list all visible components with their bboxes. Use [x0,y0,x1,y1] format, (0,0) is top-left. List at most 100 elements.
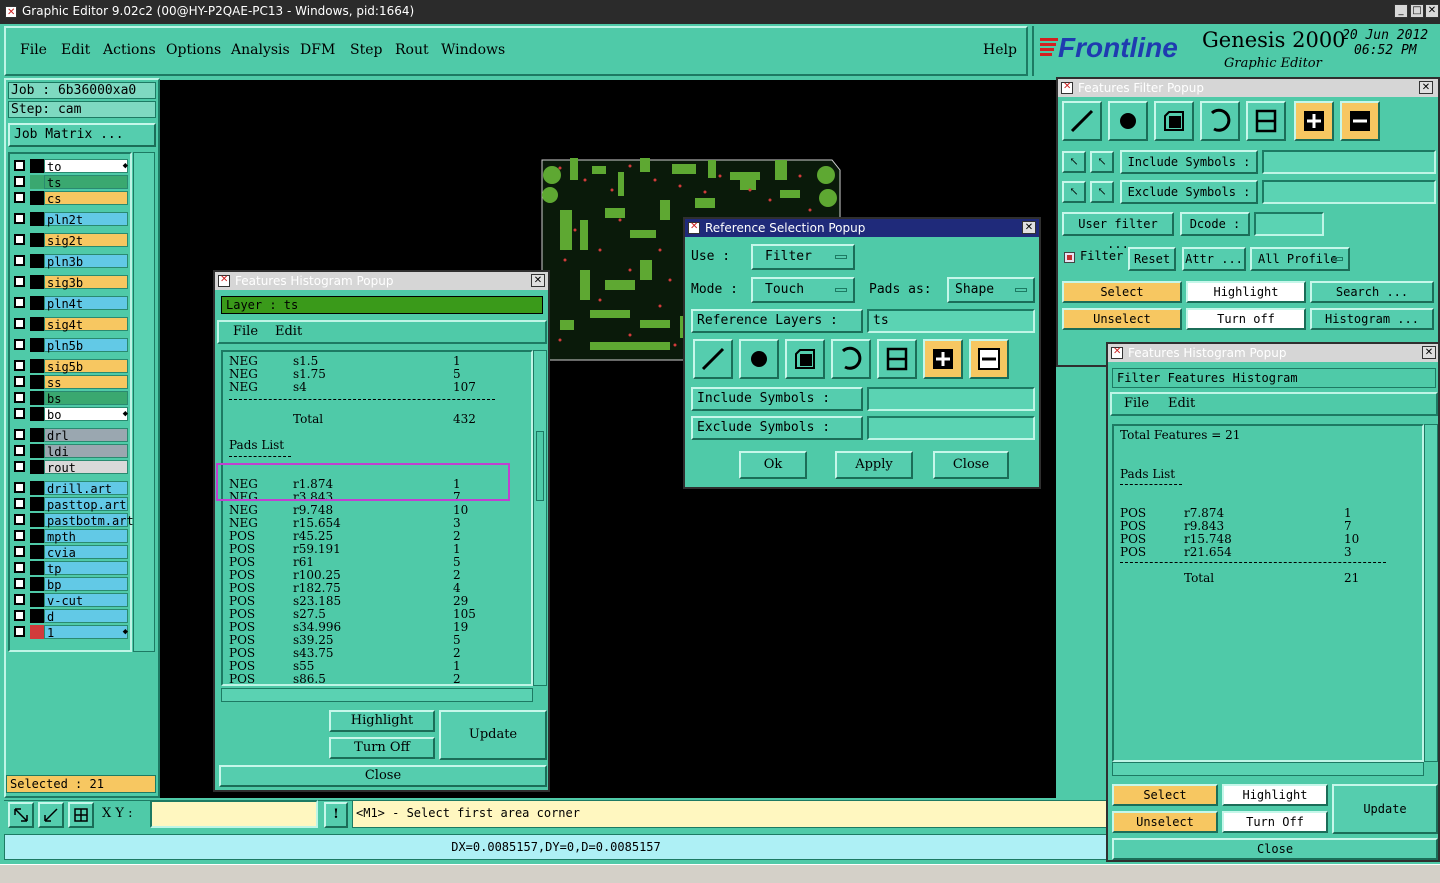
layer-row-pln2t[interactable]: pln2t [12,212,130,227]
layer-checkbox[interactable] [14,213,25,224]
layer-row-pastbotm.art[interactable]: pastbotm.art [12,513,134,528]
reference-layers-button[interactable]: Reference Layers : [691,309,863,333]
layer-color-swatch[interactable] [30,275,44,289]
filter-pad-tool-icon[interactable] [1108,101,1148,141]
close-window-button[interactable]: ✕ [1425,4,1439,18]
layer-color-swatch[interactable] [30,625,44,639]
layer-row-bp[interactable]: bp [12,577,130,592]
layer-color-swatch[interactable] [30,359,44,373]
reset-button[interactable]: Reset [1128,247,1176,271]
layer-color-swatch[interactable] [30,233,44,247]
filter-highlight-button[interactable]: Highlight [1186,281,1306,303]
histogram-right-close-icon[interactable]: ✕ [1422,346,1436,359]
layer-checkbox[interactable] [14,360,25,371]
layer-row-sig2t[interactable]: sig2t [12,233,130,248]
zoom-area-icon[interactable] [8,802,34,828]
menu-dfm[interactable]: DFM [300,42,335,58]
layer-name[interactable]: tp [44,561,128,576]
layer-checkbox[interactable] [14,176,25,187]
minimize-button[interactable]: _ [1394,4,1408,18]
dcode-button[interactable]: Dcode : [1180,212,1250,236]
layer-row-drill.art[interactable]: drill.art [12,481,130,496]
layer-row-v-cut[interactable]: v-cut [12,593,130,608]
filter-line-tool-icon[interactable] [1062,101,1102,141]
layer-name[interactable]: to [44,159,128,174]
layer-row-tp[interactable]: tp [12,561,130,576]
layer-name[interactable]: 1 [44,625,128,640]
line-tool-icon[interactable] [693,339,733,379]
refsel-ok-button[interactable]: Ok [739,451,807,479]
layer-row-bo[interactable]: bo ◆ [12,407,130,422]
layer-color-swatch[interactable] [30,254,44,268]
filter-checkbox-group[interactable]: Filter [1062,247,1126,271]
layer-row-d[interactable]: d [12,609,130,624]
layer-color-swatch[interactable] [30,497,44,511]
layer-row-ts[interactable]: ts [12,175,130,190]
layer-row-ldi[interactable]: ldi [12,444,130,459]
layer-row-sig5b[interactable]: sig5b [12,359,130,374]
layer-checkbox[interactable] [14,594,25,605]
layer-row-1[interactable]: 1 ◆ [12,625,130,640]
layer-name[interactable]: pasttop.art [44,497,128,512]
layer-color-swatch[interactable] [30,428,44,442]
layer-checkbox[interactable] [14,546,25,557]
layer-color-swatch[interactable] [30,545,44,559]
layer-name[interactable]: mpth [44,529,128,544]
layer-color-swatch[interactable] [30,212,44,226]
histogram-left-close-button[interactable]: Close [219,765,547,787]
menu-options[interactable]: Options [166,42,221,58]
layer-color-swatch[interactable] [30,338,44,352]
histogram-left-turnoff-button[interactable]: Turn Off [329,737,435,759]
surface-tool-icon[interactable] [785,339,825,379]
layer-row-drl[interactable]: drl [12,428,130,443]
pads-as-select[interactable]: Shape [947,277,1035,303]
info-icon[interactable]: ! [324,802,348,828]
histogram-left-hscroll[interactable] [221,688,533,702]
negative-polarity-icon[interactable] [969,339,1009,379]
layer-color-swatch[interactable] [30,407,44,421]
layer-color-swatch[interactable] [30,191,44,205]
refsel-exclude-symbols-input[interactable] [867,416,1035,440]
layer-color-swatch[interactable] [30,481,44,495]
filter-select-button[interactable]: Select [1062,281,1182,303]
histogram-right-menu-file[interactable]: File [1124,396,1149,411]
menu-edit[interactable]: Edit [61,42,90,58]
histogram-right-menu-edit[interactable]: Edit [1168,396,1195,411]
histogram-left-vscroll[interactable] [533,350,547,686]
exclude-pick-icon[interactable]: ↖ [1062,181,1086,203]
layer-checkbox[interactable] [14,276,25,287]
layer-row-bs[interactable]: bs [12,391,130,406]
arc-tool-icon[interactable] [831,339,871,379]
layer-row-cs[interactable]: cs [12,191,130,206]
layer-name[interactable]: pln5b [44,338,128,353]
layer-name[interactable]: drill.art [44,481,128,496]
histogram-right-highlight-button[interactable]: Highlight [1222,784,1328,806]
layer-checkbox[interactable] [14,160,25,171]
refsel-apply-button[interactable]: Apply [835,451,913,479]
histogram-left-menu-file[interactable]: File [233,324,258,339]
layer-color-swatch[interactable] [30,391,44,405]
filter-include-symbols-button[interactable]: Include Symbols : [1120,150,1258,174]
refsel-include-symbols-button[interactable]: Include Symbols : [691,387,863,411]
layer-color-swatch[interactable] [30,529,44,543]
user-filter-button[interactable]: User filter ... [1062,212,1174,251]
layer-name[interactable]: bp [44,577,128,592]
histogram-right-select-button[interactable]: Select [1112,784,1218,806]
layer-row-rout[interactable]: rout [12,460,130,475]
layer-name[interactable]: sig4t [44,317,128,332]
job-matrix-button[interactable]: Job Matrix ... [8,123,156,147]
attr-button[interactable]: Attr ... [1182,247,1246,271]
layer-row-pasttop.art[interactable]: pasttop.art [12,497,130,512]
filter-text-tool-icon[interactable] [1246,101,1286,141]
layer-checkbox[interactable] [14,461,25,472]
layer-color-swatch[interactable] [30,175,44,189]
layer-color-swatch[interactable] [30,296,44,310]
menu-step[interactable]: Step [350,42,382,58]
maximize-button[interactable]: □ [1410,4,1424,18]
layer-row-sig4t[interactable]: sig4t [12,317,130,332]
layer-color-swatch[interactable] [30,375,44,389]
histogram-left-menu-edit[interactable]: Edit [275,324,302,339]
layer-name[interactable]: bo [44,407,128,422]
menu-help[interactable]: Help [983,42,1017,58]
layer-row-pln4t[interactable]: pln4t [12,296,130,311]
